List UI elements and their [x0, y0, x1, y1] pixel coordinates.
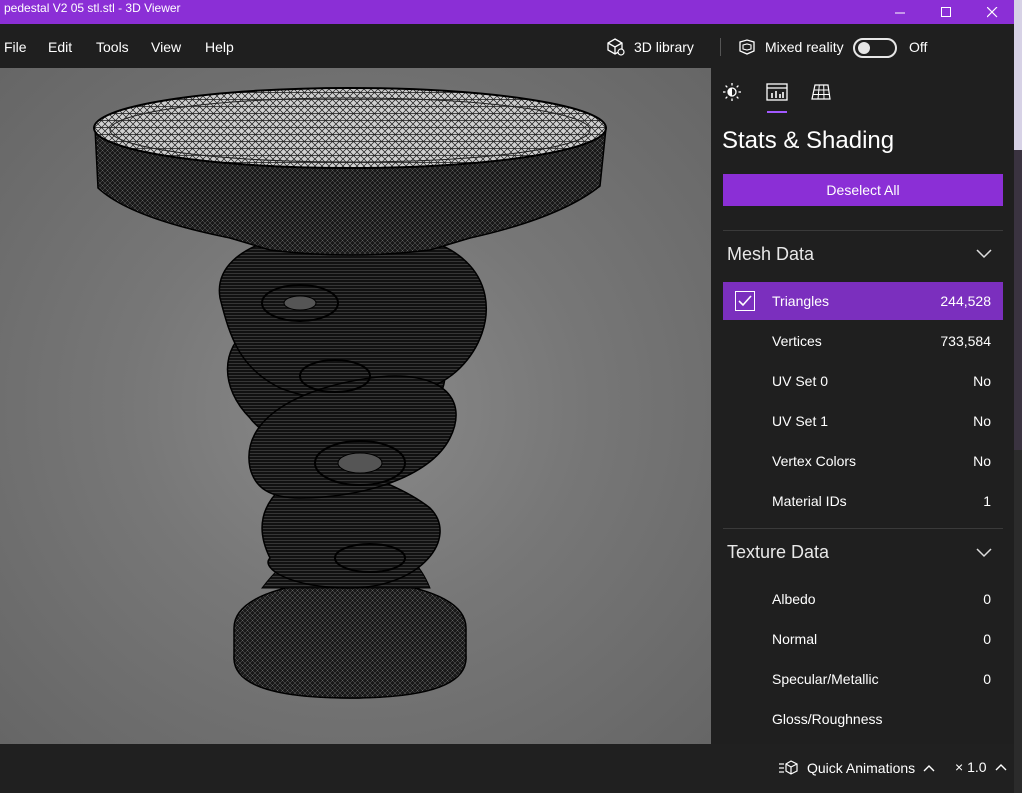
chevron-down-icon[interactable]	[976, 548, 992, 558]
menu-view[interactable]: View	[151, 39, 181, 55]
row-label: Gloss/Roughness	[772, 711, 883, 727]
3d-library-label: 3D library	[634, 39, 694, 55]
mesh-row-uv-set-0[interactable]: UV Set 0 No	[723, 362, 1003, 400]
toggle-knob	[858, 42, 870, 54]
row-label: Vertex Colors	[772, 453, 857, 469]
stats-shading-panel: Stats & Shading Deselect All Mesh Data T…	[711, 68, 1014, 744]
row-value: 0	[983, 671, 991, 687]
mixed-reality-button[interactable]: Mixed reality	[737, 36, 844, 58]
sun-icon	[723, 83, 741, 101]
deselect-all-button[interactable]: Deselect All	[723, 174, 1003, 206]
cube-search-icon	[607, 38, 625, 56]
speed-label: × 1.0	[955, 759, 987, 775]
window-title: pedestal V2 05 stl.stl - 3D Viewer	[4, 1, 181, 15]
row-label: Vertices	[772, 333, 822, 349]
row-label: UV Set 0	[772, 373, 829, 389]
maximize-button[interactable]	[923, 0, 969, 24]
mesh-row-material-ids[interactable]: Material IDs 1	[723, 482, 1003, 520]
chevron-up-icon	[923, 765, 935, 772]
stats-icon	[766, 83, 788, 101]
row-value: No	[973, 373, 991, 389]
close-button[interactable]	[969, 0, 1015, 24]
menu-bar: File Edit Tools View Help 3D library Mix…	[0, 24, 1014, 68]
texture-row-albedo[interactable]: Albedo 0	[723, 580, 1003, 618]
quick-animations-button[interactable]: Quick Animations	[779, 759, 943, 777]
checkmark-icon	[738, 295, 752, 307]
texture-row-gloss-roughness[interactable]: Gloss/Roughness	[723, 700, 1003, 738]
animation-cube-icon	[779, 760, 798, 775]
mesh-row-triangles[interactable]: Triangles 244,528	[723, 282, 1003, 320]
active-tab-indicator	[767, 111, 787, 113]
row-label: Albedo	[772, 591, 816, 607]
texture-row-specular-metallic[interactable]: Specular/Metallic 0	[723, 660, 1003, 698]
3d-viewport[interactable]	[0, 68, 711, 744]
row-value: 244,528	[940, 293, 991, 309]
3d-library-button[interactable]: 3D library	[606, 36, 694, 58]
animation-speed-button[interactable]: × 1.0	[955, 759, 1007, 775]
minimize-icon	[894, 12, 905, 13]
close-icon	[986, 6, 997, 17]
mixed-reality-icon	[739, 39, 755, 55]
row-label: Material IDs	[772, 493, 847, 509]
row-value: No	[973, 413, 991, 429]
maximize-icon	[940, 6, 951, 17]
menu-file[interactable]: File	[4, 39, 27, 55]
mesh-row-uv-set-1[interactable]: UV Set 1 No	[723, 402, 1003, 440]
row-value: 733,584	[940, 333, 991, 349]
mesh-row-vertices[interactable]: Vertices 733,584	[723, 322, 1003, 360]
mixed-reality-state: Off	[909, 39, 928, 55]
row-label: Specular/Metallic	[772, 671, 879, 687]
tab-lighting[interactable]	[720, 80, 744, 104]
title-bar: pedestal V2 05 stl.stl - 3D Viewer	[0, 0, 1014, 24]
menu-tools[interactable]: Tools	[96, 39, 129, 55]
pedestal-wireframe-model[interactable]	[0, 68, 711, 744]
chevron-down-icon[interactable]	[976, 249, 992, 259]
grid-icon	[811, 84, 831, 100]
row-value: No	[973, 453, 991, 469]
texture-data-heading[interactable]: Texture Data	[727, 541, 829, 563]
mixed-reality-label: Mixed reality	[765, 39, 844, 55]
quick-animations-label: Quick Animations	[807, 760, 916, 776]
row-value: 0	[983, 591, 991, 607]
menu-edit[interactable]: Edit	[48, 39, 72, 55]
tab-stats-shading[interactable]	[765, 80, 789, 104]
row-label: UV Set 1	[772, 413, 829, 429]
mesh-row-vertex-colors[interactable]: Vertex Colors No	[723, 442, 1003, 480]
panel-title: Stats & Shading	[722, 127, 895, 154]
row-label: Normal	[772, 631, 818, 647]
mixed-reality-toggle[interactable]	[853, 38, 897, 58]
section-divider	[723, 230, 1003, 231]
menu-help[interactable]: Help	[205, 39, 234, 55]
tab-grid[interactable]	[809, 80, 833, 104]
mesh-data-heading[interactable]: Mesh Data	[727, 243, 814, 265]
triangles-checkbox[interactable]	[735, 291, 755, 311]
texture-row-normal[interactable]: Normal 0	[723, 620, 1003, 658]
section-divider	[723, 528, 1003, 529]
background-window-edge	[1014, 0, 1022, 793]
toolbar-separator	[720, 38, 721, 56]
row-label: Triangles	[772, 293, 830, 309]
bottom-bar: Quick Animations × 1.0	[0, 744, 1014, 793]
minimize-button[interactable]	[877, 0, 923, 24]
row-value: 0	[983, 631, 991, 647]
row-value: 1	[983, 493, 991, 509]
chevron-up-icon	[995, 764, 1007, 771]
